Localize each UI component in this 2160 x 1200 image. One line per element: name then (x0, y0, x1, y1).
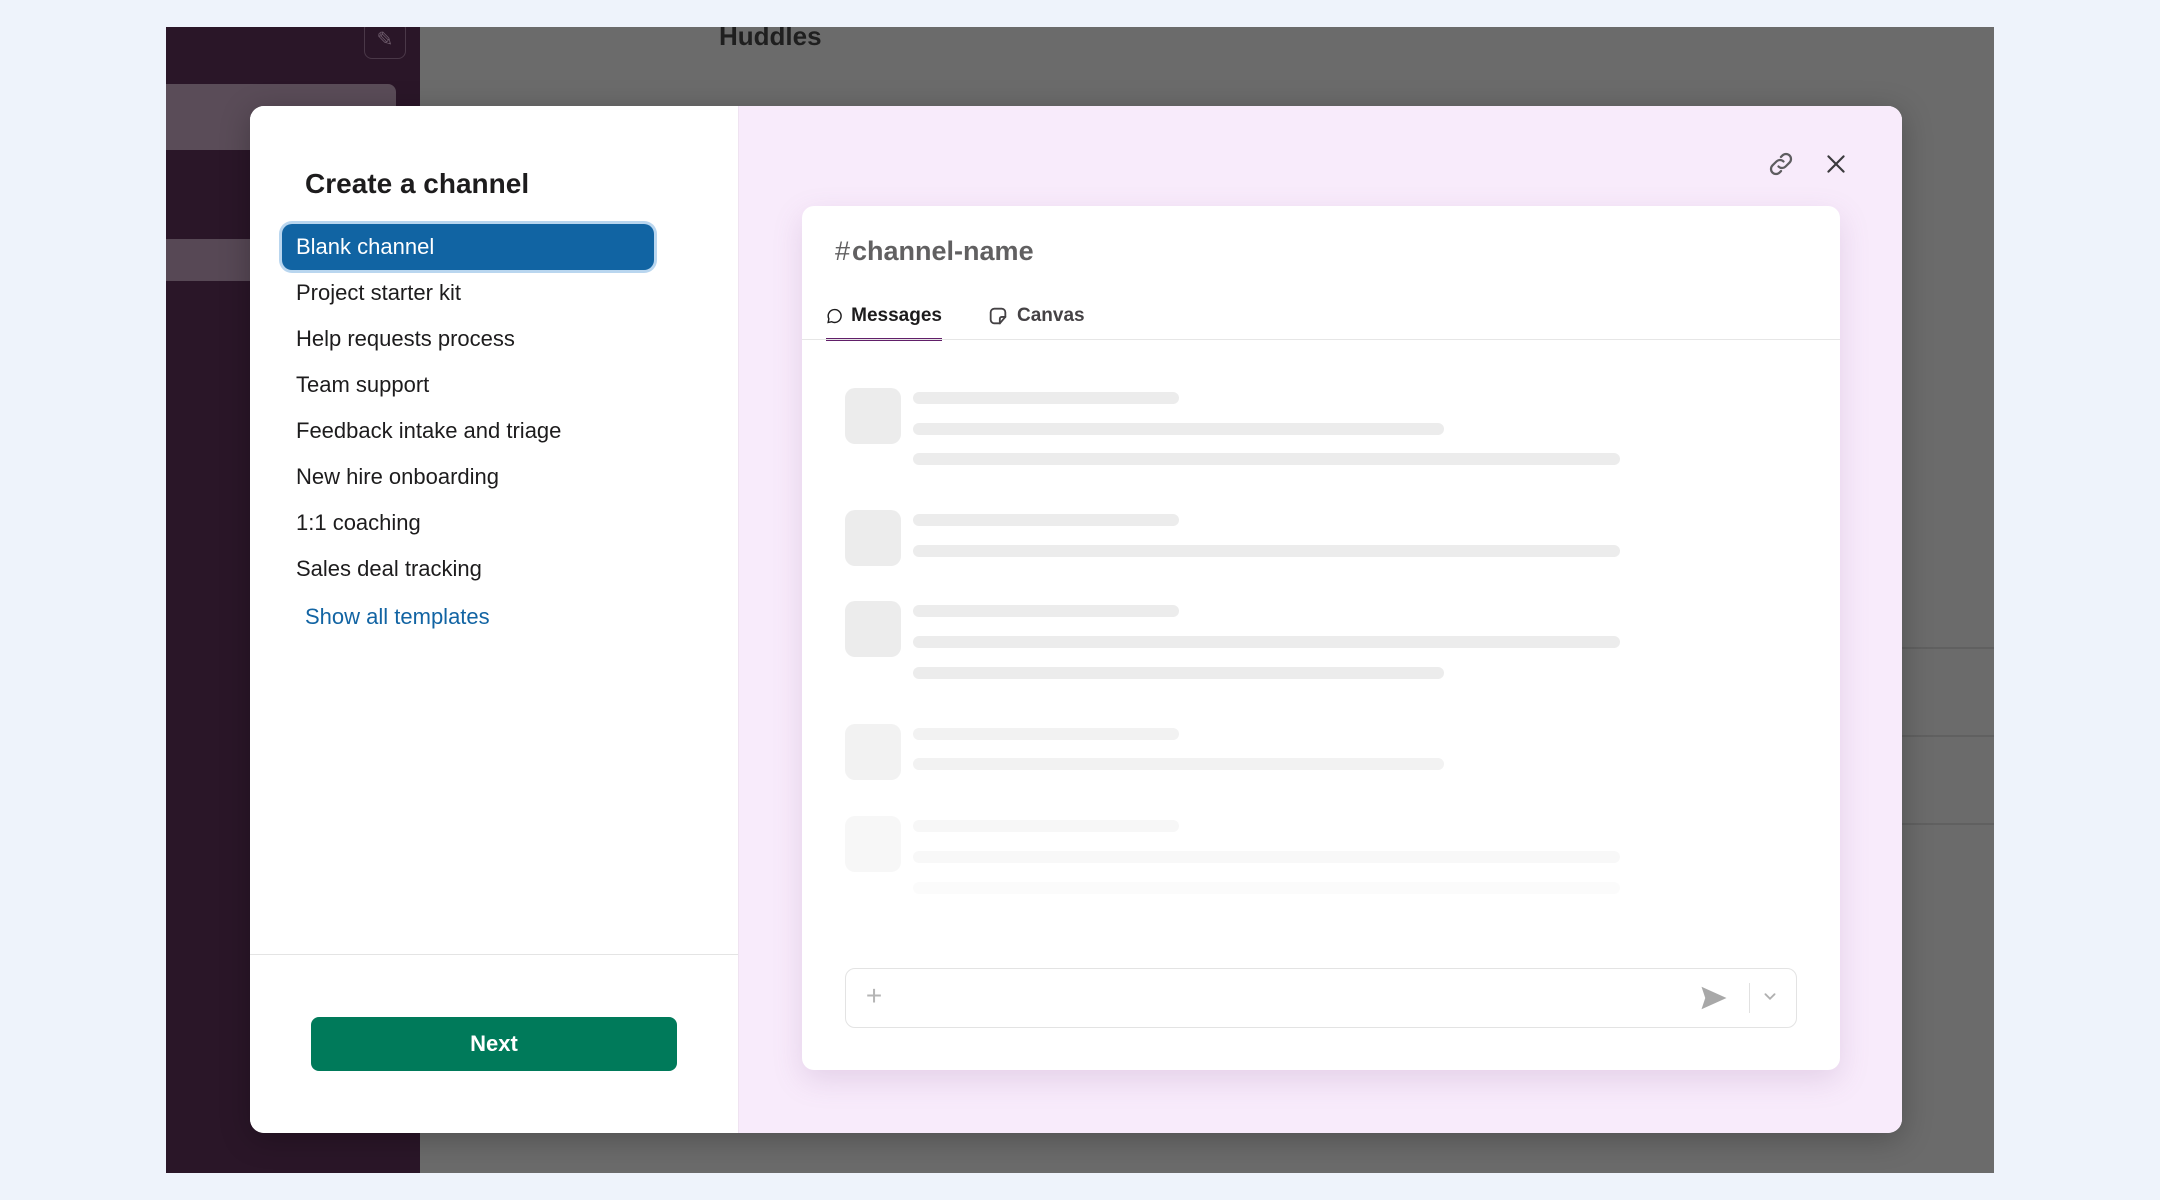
skeleton-line (913, 605, 1179, 617)
channel-name-preview: #channel-name (835, 236, 1034, 267)
template-sales-deal-tracking[interactable]: Sales deal tracking (282, 546, 654, 592)
skeleton-avatar (845, 816, 901, 872)
skeleton-line (913, 820, 1179, 832)
skeleton-line (913, 423, 1444, 435)
template-blank-channel[interactable]: Blank channel (282, 224, 654, 270)
skeleton-line (913, 882, 1620, 894)
channel-hash: # (835, 236, 851, 266)
skeleton-avatar (845, 724, 901, 780)
skeleton-line (913, 851, 1620, 863)
close-icon[interactable] (1816, 144, 1856, 184)
tab-divider (802, 339, 1840, 340)
skeleton-line (913, 667, 1444, 679)
template-new-hire-onboarding[interactable]: New hire onboarding (282, 454, 654, 500)
next-button[interactable]: Next (311, 1017, 677, 1071)
chevron-down-icon[interactable] (1759, 985, 1781, 1012)
canvas-icon (989, 307, 1007, 325)
show-all-templates-link[interactable]: Show all templates (305, 604, 490, 630)
link-icon[interactable] (1761, 144, 1801, 184)
skeleton-line (913, 758, 1444, 770)
tab-messages[interactable]: Messages (826, 294, 942, 341)
create-channel-modal: Create a channel Blank channel Project s… (250, 106, 1902, 1133)
template-help-requests-process[interactable]: Help requests process (282, 316, 654, 362)
skeleton-line (913, 728, 1179, 740)
channel-preview-card: #channel-name Messages Canvas + (802, 206, 1840, 1070)
footer-divider (250, 954, 738, 955)
compose-icon[interactable]: ✎ (364, 27, 406, 59)
modal-title: Create a channel (305, 168, 530, 199)
template-project-starter-kit[interactable]: Project starter kit (282, 270, 654, 316)
tab-canvas-label: Canvas (1017, 305, 1085, 326)
channel-name-text: channel-name (852, 236, 1034, 266)
skeleton-line (913, 514, 1179, 526)
app-page-title: Huddles (719, 27, 822, 51)
skeleton-avatar (845, 510, 901, 566)
template-list: Blank channel Project starter kit Help r… (282, 224, 654, 592)
skeleton-line (913, 545, 1620, 557)
message-composer[interactable]: + (845, 968, 1797, 1028)
skeleton-line (913, 392, 1179, 404)
template-team-support[interactable]: Team support (282, 362, 654, 408)
send-icon[interactable] (1699, 983, 1729, 1018)
channel-preview-pane: #channel-name Messages Canvas + (738, 106, 1902, 1133)
template-feedback-intake[interactable]: Feedback intake and triage (282, 408, 654, 454)
composer-divider (1749, 983, 1750, 1013)
template-one-on-one-coaching[interactable]: 1:1 coaching (282, 500, 654, 546)
skeleton-line (913, 453, 1620, 465)
template-pane: Create a channel Blank channel Project s… (250, 106, 738, 1133)
skeleton-line (913, 636, 1620, 648)
skeleton-avatar (845, 388, 901, 444)
tab-messages-label: Messages (851, 305, 942, 326)
message-bubble-icon (827, 308, 842, 324)
tab-canvas[interactable]: Canvas (987, 294, 1085, 338)
plus-icon[interactable]: + (860, 982, 888, 1011)
skeleton-avatar (845, 601, 901, 657)
